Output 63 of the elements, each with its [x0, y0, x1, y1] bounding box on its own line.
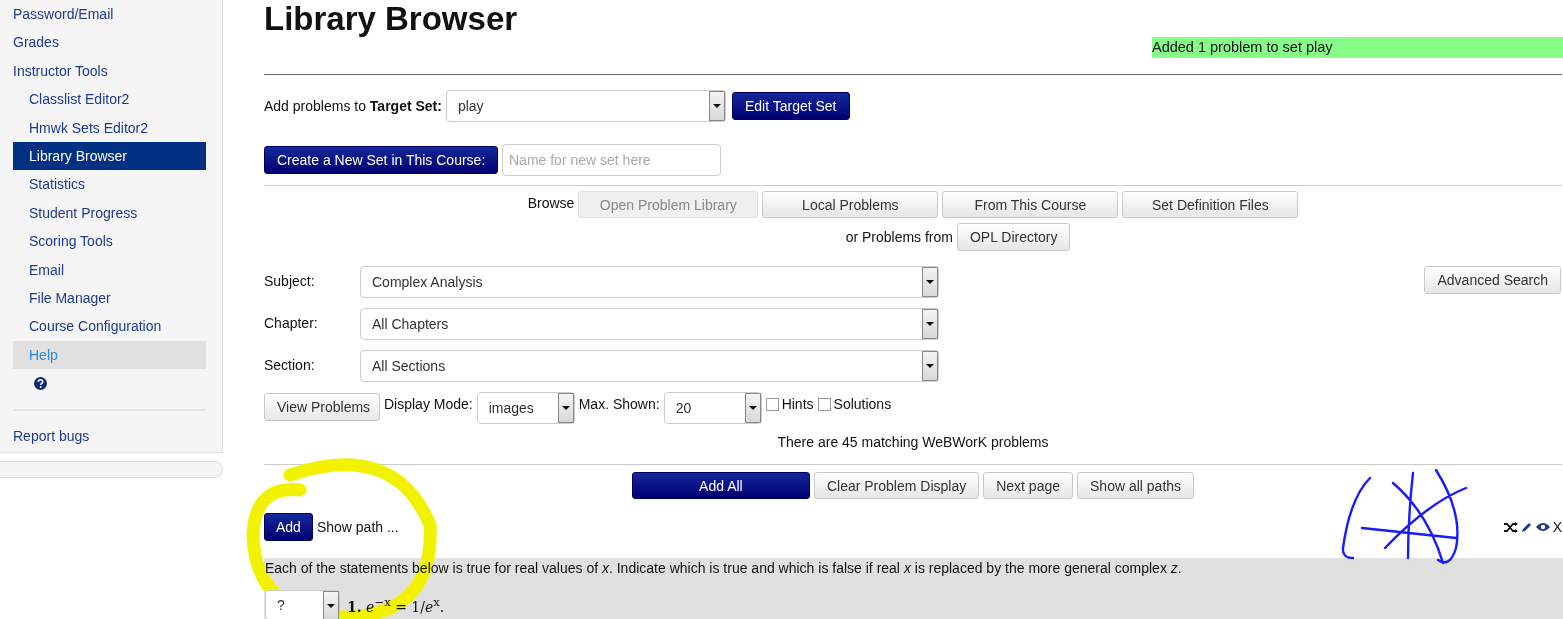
- dropdown-caret-icon: [922, 351, 938, 381]
- dropdown-caret-icon: [922, 309, 938, 339]
- checkbox[interactable]: [765, 397, 779, 411]
- browse-tab[interactable]: From This Course: [942, 191, 1119, 218]
- action-button[interactable]: Add All: [631, 472, 810, 499]
- filter-select[interactable]: Complex Analysis: [360, 266, 939, 298]
- sidebar-link[interactable]: Scoring Tools: [13, 227, 206, 256]
- filter-select[interactable]: All Sections: [360, 350, 939, 382]
- sidebar-link[interactable]: Email: [13, 255, 206, 284]
- filter-label: Chapter:: [264, 314, 319, 331]
- max-shown-label: Max. Shown:: [578, 395, 660, 412]
- filter-select[interactable]: All Chapters: [360, 308, 939, 340]
- target-set-label: Add problems to Target Set:: [264, 98, 442, 114]
- checkbox-label: Hints: [781, 396, 814, 412]
- action-button[interactable]: Clear Problem Display: [813, 472, 980, 499]
- sidebar-link[interactable]: Course Configuration: [13, 312, 206, 341]
- scrollbar[interactable]: [0, 461, 223, 479]
- dropdown-caret-icon: [323, 591, 339, 619]
- browse-label: Browse: [527, 194, 575, 211]
- create-set-button[interactable]: Create a New Set in This Course:: [264, 146, 498, 174]
- page-title: Library Browser: [264, 0, 519, 37]
- help-icon[interactable]: [34, 377, 47, 391]
- sidebar-link[interactable]: Grades: [13, 28, 206, 57]
- sidebar-link[interactable]: Statistics: [13, 170, 206, 199]
- eye-icon[interactable]: [1535, 522, 1550, 532]
- opl-directory-button[interactable]: OPL Directory: [957, 223, 1071, 251]
- dropdown-caret-icon: [922, 267, 938, 297]
- max-shown-select[interactable]: 20: [663, 392, 762, 424]
- filter-label: Subject:: [264, 272, 316, 289]
- checkbox[interactable]: [817, 397, 831, 411]
- shuffle-icon[interactable]: [1503, 521, 1518, 533]
- browse-tab[interactable]: Set Definition Files: [1122, 191, 1299, 218]
- filter-label: Section:: [264, 356, 316, 373]
- close-button[interactable]: X: [1552, 519, 1562, 535]
- target-set-select[interactable]: play: [445, 90, 726, 122]
- dropdown-caret-icon: [744, 393, 761, 423]
- answer-select[interactable]: ?: [265, 590, 340, 619]
- edit-target-set-button[interactable]: Edit Target Set: [731, 92, 850, 120]
- sidebar-link[interactable]: Library Browser: [13, 141, 206, 171]
- sidebar-link[interactable]: Instructor Tools: [13, 56, 206, 86]
- display-mode-label: Display Mode:: [384, 395, 473, 412]
- sidebar-link[interactable]: Classlist Editor2: [13, 85, 206, 114]
- report-bugs-link[interactable]: Report bugs: [13, 426, 206, 447]
- action-button[interactable]: Show all paths: [1077, 472, 1195, 499]
- dropdown-caret-icon: [708, 91, 725, 121]
- browse-tab[interactable]: Local Problems: [762, 191, 939, 218]
- show-path-link[interactable]: Show path ...: [316, 519, 399, 535]
- add-button[interactable]: Add: [264, 513, 313, 541]
- dropdown-caret-icon: [557, 393, 574, 423]
- problems-from-label: or Problems from: [845, 229, 953, 245]
- sidebar-link[interactable]: Password/Email: [13, 0, 206, 29]
- success-message: Added 1 problem to set play: [1152, 37, 1563, 58]
- view-problems-button[interactable]: View Problems: [264, 393, 380, 421]
- new-set-name-field[interactable]: Name for new set here: [502, 144, 721, 176]
- sidebar-link[interactable]: Hmwk Sets Editor2: [13, 113, 206, 142]
- match-count: There are 45 matching WeBWorK problems: [777, 434, 1049, 450]
- action-button[interactable]: Next page: [983, 472, 1073, 499]
- sidebar-link[interactable]: Student Progress: [13, 198, 206, 228]
- pencil-icon[interactable]: [1520, 521, 1533, 533]
- checkbox-label: Solutions: [833, 396, 892, 412]
- advanced-search-button[interactable]: Advanced Search: [1424, 266, 1561, 294]
- display-mode-select[interactable]: images: [476, 392, 575, 424]
- sidebar-link[interactable]: File Manager: [13, 283, 206, 313]
